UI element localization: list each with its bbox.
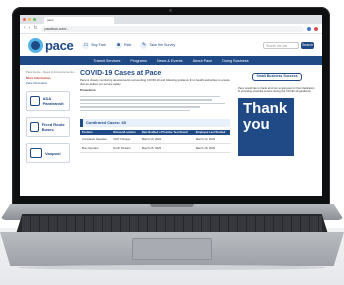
page-title: COVID-19 Cases at Pace bbox=[80, 70, 162, 77]
table-cell: March 13, 2020 bbox=[193, 135, 230, 145]
search-button[interactable]: Search bbox=[301, 41, 314, 49]
keyboard-keys bbox=[22, 216, 322, 232]
utility-link-survey[interactable]: ✎ Take the Survey bbox=[140, 41, 176, 49]
laptop-shadow bbox=[18, 265, 326, 270]
back-icon[interactable]: ‹ bbox=[24, 26, 26, 31]
table-row: Bus Operator North Division March 25, 20… bbox=[80, 143, 230, 154]
table-cell: North Division bbox=[111, 143, 140, 154]
nav-item-about-pace[interactable]: About Pace bbox=[193, 59, 213, 63]
ticket-icon: ▭ bbox=[82, 41, 90, 49]
laptop-trackpad bbox=[132, 238, 212, 260]
forward-icon[interactable]: › bbox=[29, 26, 31, 31]
table-cell: Contractor Operator bbox=[80, 135, 112, 145]
list-item bbox=[80, 95, 220, 98]
list-item bbox=[80, 109, 190, 112]
side-button-label: Vanpool bbox=[45, 150, 61, 156]
breadcrumb[interactable]: Pace Home › News & Announcements › ... bbox=[26, 70, 80, 74]
nav-item-transit-services[interactable]: Transit Services bbox=[93, 59, 120, 63]
maximize-window-dot[interactable] bbox=[33, 18, 36, 21]
site-logo[interactable]: pace bbox=[45, 38, 74, 53]
pace-info-link[interactable]: Pace Information bbox=[26, 81, 80, 85]
utility-link-label: Ride bbox=[124, 43, 132, 47]
vanpool-icon bbox=[30, 148, 42, 158]
cases-table: Position Division/Location Date Notified… bbox=[80, 130, 230, 154]
utility-link-label: Buy Fare bbox=[91, 43, 107, 47]
table-cell: CMT Chicago bbox=[111, 135, 140, 145]
laptop-screen: pace ‹ › ↻ pacebus.com/... pace ▭ Buy Fa… bbox=[20, 15, 322, 196]
right-column: Small Business Success Pace would like t… bbox=[238, 70, 316, 163]
browser-tab-bar: pace bbox=[20, 15, 322, 24]
address-bar-row: ‹ › ↻ pacebus.com/... bbox=[20, 24, 322, 34]
protections-label: Protections: bbox=[80, 88, 97, 93]
side-button-label: ADA Paratransit bbox=[42, 96, 64, 106]
side-button-label: Fixed Route Buses bbox=[41, 122, 65, 132]
webcam bbox=[169, 9, 172, 12]
more-info-heading: More Information bbox=[26, 76, 51, 80]
thank-you-line: Thank bbox=[243, 99, 288, 117]
thank-you-banner[interactable]: Thank you bbox=[238, 97, 294, 156]
confirmed-cases-header: Confirmed Cases: 45 bbox=[80, 119, 230, 128]
close-window-dot[interactable] bbox=[23, 18, 26, 21]
laptop-notch bbox=[150, 204, 194, 207]
thank-employees-text: Pace would like to thank all of our empl… bbox=[238, 87, 315, 94]
survey-icon: ✎ bbox=[140, 41, 148, 49]
nav-item-doing-business[interactable]: Doing Business bbox=[222, 59, 248, 63]
table-cell: March 13, 2020 bbox=[139, 135, 194, 145]
list-item bbox=[80, 106, 200, 108]
list-item bbox=[80, 102, 225, 105]
browser-tab[interactable]: pace bbox=[44, 17, 114, 24]
profile-icon[interactable] bbox=[314, 26, 318, 31]
paratransit-icon bbox=[30, 96, 40, 106]
utility-link-label: Take the Survey bbox=[149, 43, 176, 47]
left-column: Pace Home › News & Announcements › ... M… bbox=[26, 70, 80, 163]
main-nav: Transit Services Programs News & Events … bbox=[20, 56, 322, 65]
protections-list bbox=[80, 95, 230, 112]
side-button-ada-paratransit[interactable]: ADA Paratransit bbox=[26, 91, 70, 111]
url-field[interactable]: pacebus.com/... bbox=[40, 25, 304, 32]
table-cell: March 25, 2020 bbox=[139, 143, 194, 154]
bus-icon bbox=[30, 122, 39, 132]
side-button-vanpool[interactable]: Vanpool bbox=[26, 143, 70, 163]
main-column: COVID-19 Cases at Pace Pace is closely m… bbox=[80, 70, 230, 163]
small-business-banner[interactable]: Small Business Success bbox=[238, 70, 316, 84]
pace-logo-icon[interactable] bbox=[28, 37, 43, 53]
extension-icon[interactable] bbox=[307, 26, 311, 31]
page-content: Pace Home › News & Announcements › ... M… bbox=[20, 65, 322, 163]
nav-item-news-events[interactable]: News & Events bbox=[157, 59, 183, 63]
table-cell: March 18, 2020 bbox=[193, 143, 230, 154]
utility-link-ride[interactable]: ■ Ride bbox=[115, 41, 132, 49]
thank-you-line: you bbox=[243, 115, 270, 133]
reload-icon[interactable]: ↻ bbox=[33, 26, 37, 31]
table-cell: Bus Operator bbox=[80, 143, 112, 154]
utility-link-buy-fare[interactable]: ▭ Buy Fare bbox=[82, 41, 107, 49]
search-input[interactable]: Search the site bbox=[263, 41, 299, 49]
side-button-fixed-route[interactable]: Fixed Route Buses bbox=[26, 117, 70, 137]
table-row: Contractor Operator CMT Chicago March 13… bbox=[80, 135, 230, 145]
nav-item-programs[interactable]: Programs bbox=[130, 59, 146, 63]
small-business-badge: Small Business Success bbox=[252, 73, 302, 81]
list-item bbox=[80, 99, 212, 101]
site-header: pace ▭ Buy Fare ■ Ride ✎ Take the Survey… bbox=[20, 34, 322, 56]
intro-paragraph: Pace is closely monitoring developments … bbox=[80, 78, 230, 86]
bus-icon: ■ bbox=[115, 41, 123, 49]
minimize-window-dot[interactable] bbox=[28, 18, 31, 21]
laptop-lid: pace ‹ › ↻ pacebus.com/... pace ▭ Buy Fa… bbox=[12, 7, 330, 206]
